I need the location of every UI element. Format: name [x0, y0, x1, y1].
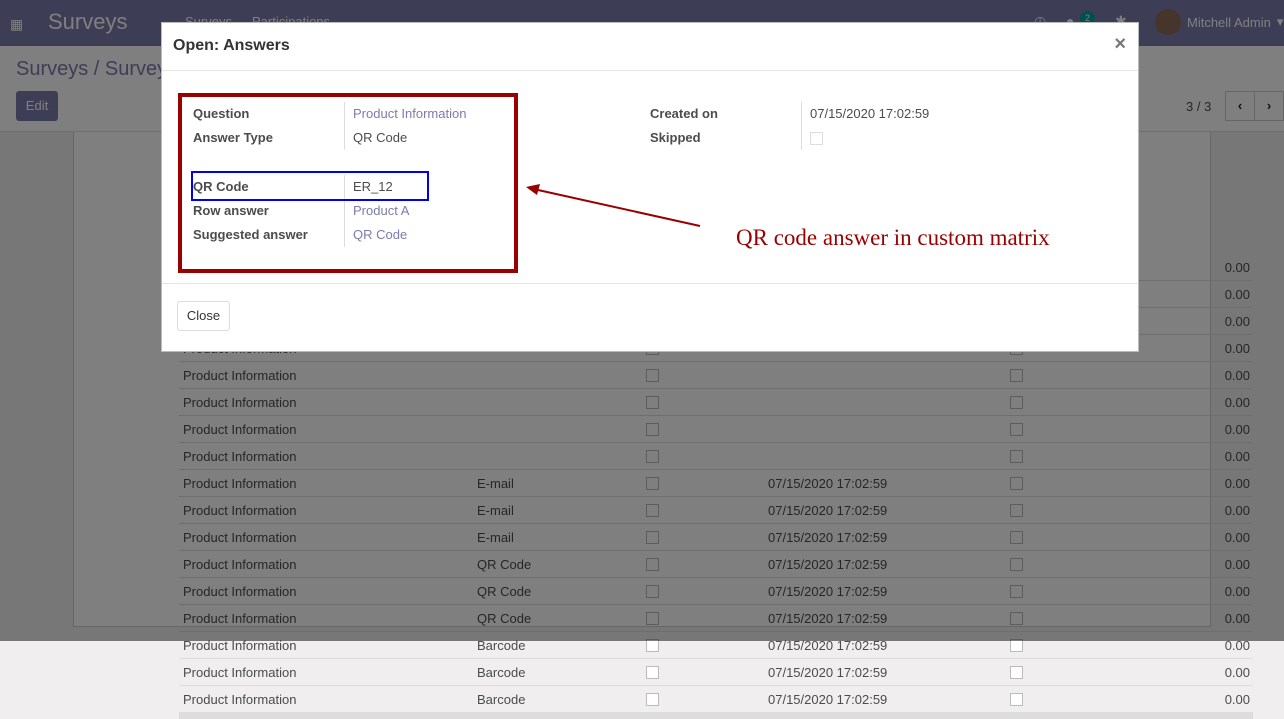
value-cell: 0.00: [1224, 692, 1250, 707]
date-cell: 07/15/2020 17:02:59: [768, 692, 888, 707]
annotation-text: QR code answer in custom matrix: [736, 225, 1050, 250]
question-cell: Product Information: [183, 665, 297, 680]
skipped-checkbox[interactable]: [1010, 666, 1023, 679]
table-footer: [179, 713, 1253, 719]
date-cell: 07/15/2020 17:02:59: [768, 665, 888, 680]
table-row[interactable]: Product Information Barcode 07/15/2020 1…: [179, 686, 1253, 713]
question-cell: Product Information: [183, 692, 297, 707]
answer-type-cell: Barcode: [477, 692, 526, 707]
value-cell: 0.00: [1224, 665, 1250, 680]
checkbox[interactable]: [646, 693, 659, 706]
skipped-checkbox[interactable]: [1010, 693, 1023, 706]
checkbox[interactable]: [646, 666, 659, 679]
annotation-arrow: [526, 184, 701, 227]
answer-type-cell: Barcode: [477, 665, 526, 680]
table-row[interactable]: Product Information Barcode 07/15/2020 1…: [179, 659, 1253, 686]
